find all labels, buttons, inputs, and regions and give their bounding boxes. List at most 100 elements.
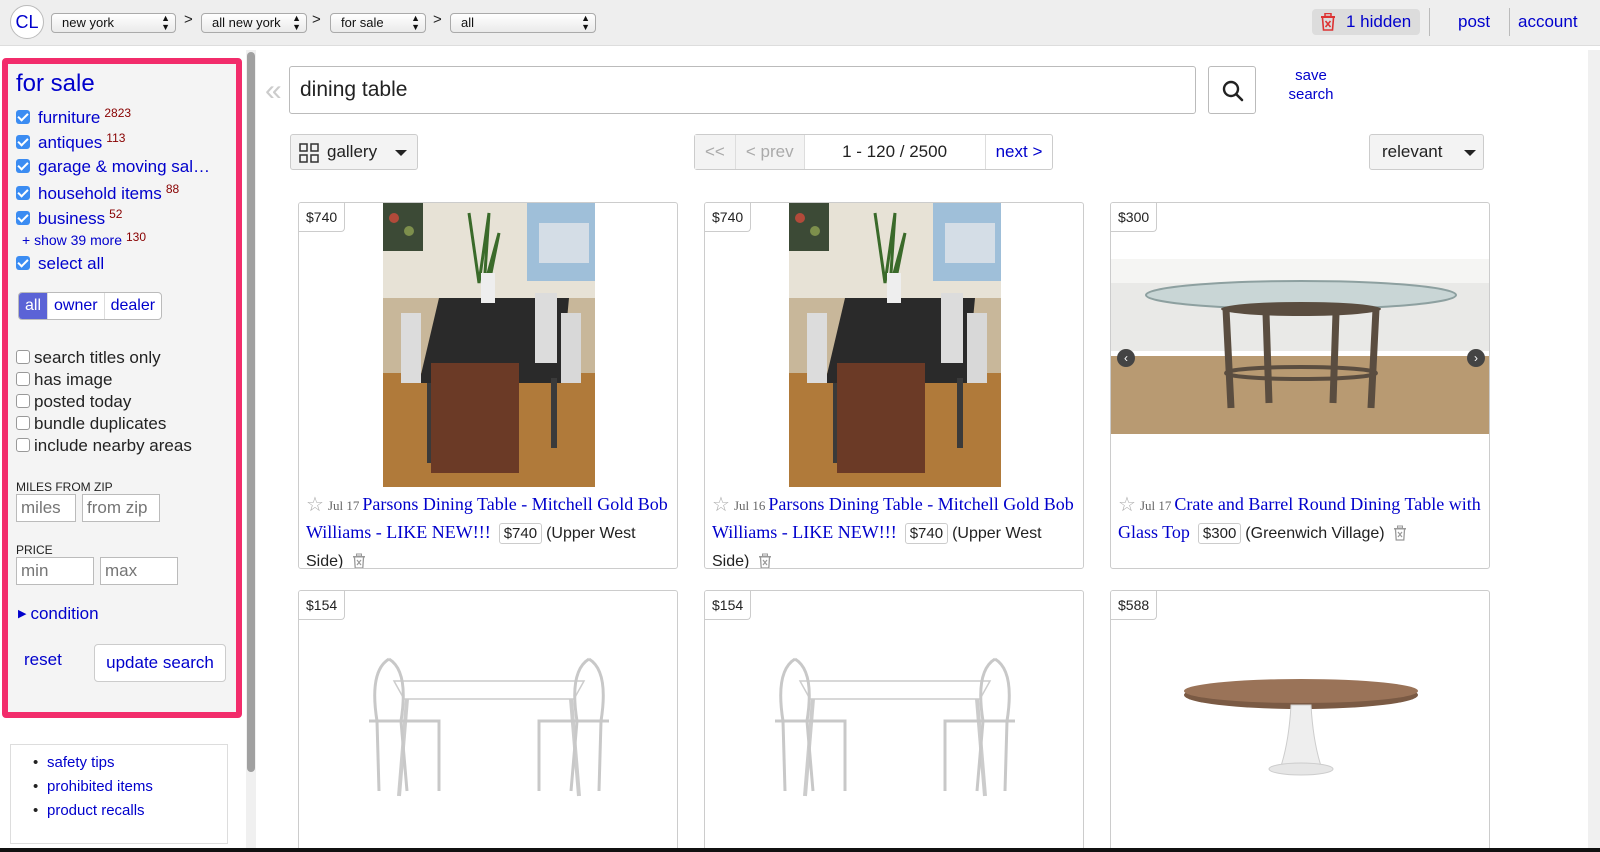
hidden-posts-button[interactable]: 1 hidden bbox=[1312, 9, 1420, 35]
search-button[interactable] bbox=[1208, 66, 1256, 114]
post-link[interactable]: post bbox=[1458, 12, 1490, 32]
listing-card[interactable]: $740 ☆ Jul 16 Parsons Dining Table - Mitch… bbox=[704, 202, 1084, 569]
seller-owner-button[interactable]: owner bbox=[47, 293, 104, 319]
option-search-titles-only[interactable]: search titles only bbox=[16, 348, 161, 368]
save-search-link[interactable]: save search bbox=[1276, 66, 1346, 104]
prev-page-button[interactable]: < prev bbox=[734, 135, 804, 169]
show-more-count: 130 bbox=[126, 230, 147, 244]
option-label: search titles only bbox=[34, 348, 161, 367]
listing-image[interactable] bbox=[299, 591, 678, 852]
option-has-image[interactable]: has image bbox=[16, 370, 112, 390]
favorite-star-icon[interactable]: ☆ bbox=[306, 494, 324, 516]
option-bundle-duplicates[interactable]: bundle duplicates bbox=[16, 414, 166, 434]
hide-posting-icon[interactable] bbox=[758, 553, 772, 569]
carousel-next-icon[interactable]: › bbox=[1467, 349, 1485, 367]
checkbox-unchecked-icon[interactable] bbox=[16, 394, 30, 408]
product-recalls-link[interactable]: product recalls bbox=[33, 802, 144, 819]
zip-input[interactable] bbox=[82, 494, 160, 522]
sort-label: relevant bbox=[1382, 142, 1443, 161]
min-price-input[interactable] bbox=[16, 557, 94, 585]
listing-image[interactable] bbox=[705, 203, 1084, 487]
reset-button[interactable]: reset bbox=[24, 650, 62, 670]
update-search-button[interactable]: update search bbox=[94, 644, 226, 682]
checkbox-unchecked-icon[interactable] bbox=[16, 350, 30, 364]
checkbox-checked-icon[interactable] bbox=[16, 135, 30, 149]
category-label: business bbox=[38, 209, 106, 228]
listing-card[interactable]: $154 bbox=[298, 590, 678, 852]
checkbox-unchecked-icon[interactable] bbox=[16, 438, 30, 452]
favorite-star-icon[interactable]: ☆ bbox=[712, 494, 730, 516]
listing-image[interactable] bbox=[1111, 203, 1490, 487]
listing-image[interactable] bbox=[705, 591, 1084, 852]
location-select[interactable]: new york ▲ ▼ bbox=[51, 13, 176, 33]
option-label: bundle duplicates bbox=[34, 414, 167, 433]
save-search-line2: search bbox=[1288, 86, 1334, 103]
checkbox-unchecked-icon[interactable] bbox=[16, 372, 30, 386]
checkbox-checked-icon[interactable] bbox=[16, 211, 30, 225]
view-mode-dropdown[interactable]: gallery bbox=[290, 134, 418, 170]
prohibited-items-link[interactable]: prohibited items bbox=[33, 778, 153, 795]
favorite-star-icon[interactable]: ☆ bbox=[1118, 494, 1136, 516]
select-arrows-icon: ▲ ▼ bbox=[581, 13, 590, 32]
category-antiques[interactable]: antiques 113 bbox=[16, 131, 125, 152]
listing-card[interactable]: $588 bbox=[1110, 590, 1490, 852]
inline-price: $740 bbox=[498, 523, 543, 544]
option-include-nearby-areas[interactable]: include nearby areas bbox=[16, 436, 192, 456]
checkbox-checked-icon[interactable] bbox=[16, 110, 30, 124]
show-more-categories-link[interactable]: + show 39 more 130 bbox=[22, 230, 146, 248]
category-select[interactable]: all ▲ ▼ bbox=[450, 13, 596, 33]
seller-all-button[interactable]: all bbox=[19, 293, 48, 319]
sort-dropdown[interactable]: relevant bbox=[1369, 134, 1484, 170]
listing-card[interactable]: $740 ☆ Jul 17 Parsons Dining Table - Mitch… bbox=[298, 202, 678, 569]
max-price-input[interactable] bbox=[100, 557, 178, 585]
category-furniture[interactable]: furniture 2823 bbox=[16, 106, 131, 127]
checkbox-checked-icon[interactable] bbox=[16, 256, 30, 270]
listing-card[interactable]: $154 bbox=[704, 590, 1084, 852]
subarea-select[interactable]: all new york ▲ ▼ bbox=[201, 13, 307, 33]
hide-posting-icon[interactable] bbox=[352, 553, 366, 569]
option-posted-today[interactable]: posted today bbox=[16, 392, 131, 412]
search-input[interactable] bbox=[289, 66, 1196, 114]
hidden-count-label: 1 hidden bbox=[1346, 12, 1412, 31]
section-title[interactable]: for sale bbox=[16, 70, 95, 98]
subarea-select-value: all new york bbox=[212, 15, 281, 30]
condition-expander[interactable]: ▶ condition bbox=[18, 604, 99, 624]
listing-image[interactable] bbox=[299, 203, 678, 487]
sidebar-scrollbar-thumb[interactable] bbox=[247, 52, 255, 772]
price-tag: $154 bbox=[705, 591, 752, 620]
collapse-sidebar-icon[interactable]: « bbox=[265, 74, 282, 108]
listing-card[interactable]: $300 ‹ › ☆ Jul 17 Crate and Barrel Round D… bbox=[1110, 202, 1490, 569]
hidden-trash-icon bbox=[1321, 13, 1335, 31]
miles-input[interactable] bbox=[16, 494, 76, 522]
first-page-button[interactable]: << bbox=[695, 135, 735, 169]
price-tag: $154 bbox=[299, 591, 346, 620]
breadcrumb-separator: > bbox=[433, 11, 442, 28]
neighborhood: (Greenwich Village) bbox=[1245, 525, 1385, 542]
hide-posting-icon[interactable] bbox=[1393, 525, 1407, 541]
category-business[interactable]: business 52 bbox=[16, 207, 122, 228]
category-household-items[interactable]: household items 88 bbox=[16, 182, 179, 203]
seller-dealer-button[interactable]: dealer bbox=[103, 293, 161, 319]
select-all-label: select all bbox=[38, 254, 105, 273]
category-garage-moving-sales[interactable]: garage & moving sal… bbox=[16, 157, 210, 177]
category-label: furniture bbox=[38, 108, 101, 127]
listing-info: ☆ Jul 17 Parsons Dining Table - Mitchell G… bbox=[306, 491, 676, 569]
select-all-toggle[interactable]: select all bbox=[16, 254, 104, 274]
carousel-prev-icon[interactable]: ‹ bbox=[1117, 349, 1135, 367]
section-select[interactable]: for sale ▲ ▼ bbox=[330, 13, 426, 33]
top-separator bbox=[1509, 8, 1510, 36]
next-page-button[interactable]: next > bbox=[984, 135, 1053, 169]
checkbox-unchecked-icon[interactable] bbox=[16, 416, 30, 430]
checkbox-checked-icon[interactable] bbox=[16, 186, 30, 200]
section-select-value: for sale bbox=[341, 15, 384, 30]
listing-image[interactable] bbox=[1111, 591, 1490, 852]
page-scrollbar[interactable] bbox=[1588, 50, 1600, 848]
checkbox-checked-icon[interactable] bbox=[16, 159, 30, 173]
chevron-down-icon bbox=[395, 150, 407, 156]
sidebar-scrollbar[interactable] bbox=[246, 50, 256, 850]
safety-tips-link[interactable]: safety tips bbox=[33, 754, 114, 771]
craigslist-logo[interactable]: CL bbox=[10, 5, 44, 39]
price-tag: $588 bbox=[1111, 591, 1158, 620]
account-link[interactable]: account bbox=[1518, 12, 1578, 32]
listing-info: ☆ Jul 17 Crate and Barrel Round Dining Tab… bbox=[1118, 491, 1488, 547]
